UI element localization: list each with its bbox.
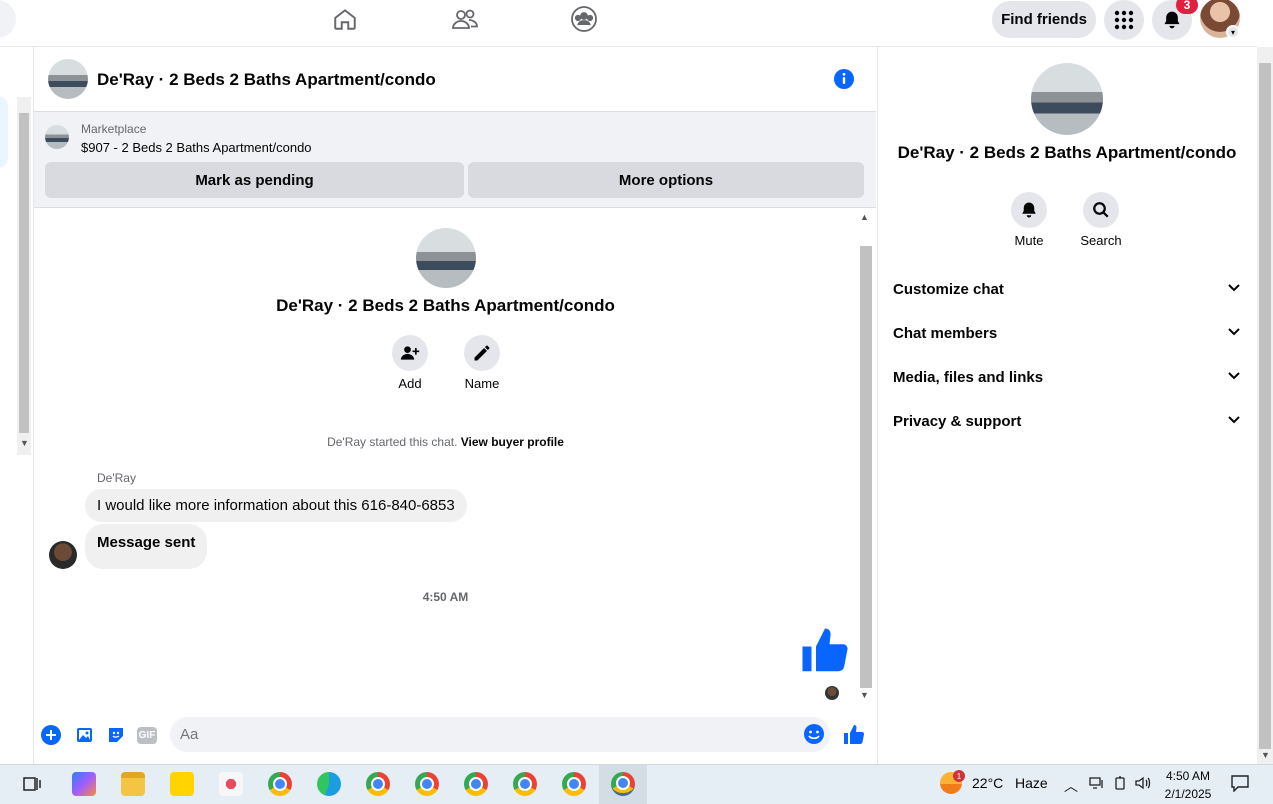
- sender-avatar[interactable]: [49, 541, 77, 569]
- search-label: Search: [1080, 233, 1122, 248]
- message-scrollbar-thumb[interactable]: [860, 246, 872, 688]
- listing-thumbnail[interactable]: [45, 125, 69, 149]
- chrome-profile-icon[interactable]: [366, 772, 390, 796]
- mute-button[interactable]: [1011, 192, 1047, 228]
- notification-center-icon[interactable]: [1230, 774, 1250, 793]
- section-label: Media, files and links: [893, 368, 1044, 386]
- battery-icon[interactable]: [1113, 776, 1127, 793]
- chevron-down-icon: [1227, 324, 1241, 342]
- chevron-down-icon[interactable]: ▾: [1226, 25, 1240, 39]
- panel-title: De'Ray · 2 Beds 2 Baths Apartment/condo: [897, 143, 1237, 162]
- notification-badge: 3: [1176, 0, 1198, 14]
- chrome-icon[interactable]: [268, 772, 292, 796]
- edge-icon[interactable]: [317, 772, 341, 796]
- panel-avatar[interactable]: [1031, 63, 1103, 135]
- copilot-icon[interactable]: [72, 772, 96, 796]
- chevron-down-icon: [1227, 412, 1241, 430]
- menu-grid-button[interactable]: [1104, 0, 1144, 40]
- conversation-title: De'Ray · 2 Beds 2 Baths Apartment/condo: [276, 296, 615, 315]
- conversation-avatar[interactable]: [416, 228, 476, 288]
- chrome-profile-icon[interactable]: [562, 772, 586, 796]
- grid-icon: [1114, 10, 1134, 30]
- sender-name: De'Ray: [97, 471, 136, 485]
- name-chat-button[interactable]: [464, 335, 500, 371]
- chat-title[interactable]: De'Ray · 2 Beds 2 Baths Apartment/condo: [97, 70, 436, 90]
- section-label: Chat members: [893, 324, 998, 342]
- section-privacy-support[interactable]: Privacy & support: [893, 409, 1241, 433]
- task-view-icon[interactable]: [22, 774, 42, 794]
- bell-icon: [1164, 11, 1180, 29]
- friends-icon[interactable]: [450, 4, 480, 34]
- system-clock[interactable]: 4:50 AM 2/1/2025: [1160, 767, 1216, 803]
- bell-icon: [1022, 202, 1036, 218]
- section-label: Privacy & support: [893, 412, 1022, 430]
- emoji-icon[interactable]: [803, 723, 825, 745]
- started-text: De'Ray started this chat.: [327, 435, 458, 449]
- photo-icon[interactable]: [73, 724, 95, 746]
- left-scrollbar-thumb[interactable]: [19, 113, 29, 433]
- section-media-files-links[interactable]: Media, files and links: [893, 365, 1241, 389]
- chrome-profile-icon[interactable]: [464, 772, 488, 796]
- chat-started-notice: De'Ray started this chat. View buyer pro…: [34, 435, 857, 449]
- groups-icon[interactable]: [569, 4, 599, 34]
- find-friends-button[interactable]: Find friends: [992, 1, 1096, 38]
- info-icon[interactable]: [833, 68, 855, 90]
- search-button[interactable]: [1083, 192, 1119, 228]
- add-people-button[interactable]: [392, 335, 428, 371]
- weather-condition: Haze: [1014, 775, 1048, 791]
- section-chat-members[interactable]: Chat members: [893, 321, 1241, 345]
- message-input[interactable]: [170, 717, 830, 752]
- scroll-down-arrow-icon[interactable]: ▼: [1261, 750, 1270, 760]
- listing-price-title[interactable]: $907 - 2 Beds 2 Baths Apartment/condo: [81, 140, 312, 155]
- file-explorer-icon[interactable]: [121, 772, 145, 796]
- sticker-icon[interactable]: [105, 724, 127, 746]
- section-customize-chat[interactable]: Customize chat: [893, 277, 1241, 301]
- chat-avatar[interactable]: [48, 59, 88, 99]
- sticky-notes-icon[interactable]: [170, 772, 194, 796]
- view-buyer-profile-link[interactable]: View buyer profile: [461, 435, 564, 449]
- send-like-icon[interactable]: [842, 723, 866, 747]
- message-bubble[interactable]: Message sent: [85, 524, 208, 569]
- scroll-up-arrow-icon[interactable]: ▲: [860, 212, 869, 222]
- pencil-icon: [474, 345, 490, 361]
- chevron-down-icon: [1227, 368, 1241, 386]
- scroll-down-arrow-icon[interactable]: ▼: [860, 690, 869, 700]
- search-icon: [1093, 202, 1109, 218]
- weather-alert-badge: 1: [953, 770, 965, 782]
- chrome-profile-icon[interactable]: [415, 772, 439, 796]
- clock-date: 2/1/2025: [1164, 787, 1212, 801]
- chrome-profile-icon[interactable]: [611, 772, 635, 796]
- name-label: Name: [464, 376, 500, 391]
- message-bubble[interactable]: I would like more information about this…: [85, 489, 467, 522]
- chevron-down-icon: [1227, 280, 1241, 298]
- weather-text[interactable]: 22°C Haze: [972, 775, 1048, 791]
- weather-temperature: 22°C: [972, 775, 1004, 791]
- chevron-up-icon[interactable]: ︿: [1064, 776, 1078, 796]
- selected-chat-indicator: [0, 96, 8, 168]
- add-person-icon: [400, 346, 420, 360]
- paint-icon[interactable]: [219, 772, 243, 796]
- home-icon[interactable]: [330, 4, 360, 34]
- plus-icon[interactable]: [40, 724, 62, 746]
- thumbs-up-sent-icon[interactable]: [798, 624, 852, 678]
- section-label: Customize chat: [893, 280, 1004, 298]
- mark-as-pending-button[interactable]: Mark as pending: [45, 162, 464, 198]
- more-options-button[interactable]: More options: [468, 162, 864, 198]
- chrome-profile-icon[interactable]: [513, 772, 537, 796]
- network-icon[interactable]: [1089, 776, 1105, 793]
- gif-label: GIF: [136, 726, 158, 744]
- marketplace-label: Marketplace: [81, 122, 147, 136]
- volume-icon[interactable]: [1135, 776, 1153, 793]
- mute-label: Mute: [1014, 233, 1044, 248]
- clock-time: 4:50 AM: [1165, 769, 1211, 783]
- scroll-down-arrow-icon[interactable]: ▼: [20, 438, 29, 448]
- add-label: Add: [398, 376, 422, 391]
- page-scrollbar-thumb[interactable]: [1259, 63, 1271, 749]
- message-timestamp: 4:50 AM: [422, 590, 469, 604]
- seen-avatar: [825, 686, 839, 700]
- gif-icon[interactable]: GIF: [136, 724, 158, 746]
